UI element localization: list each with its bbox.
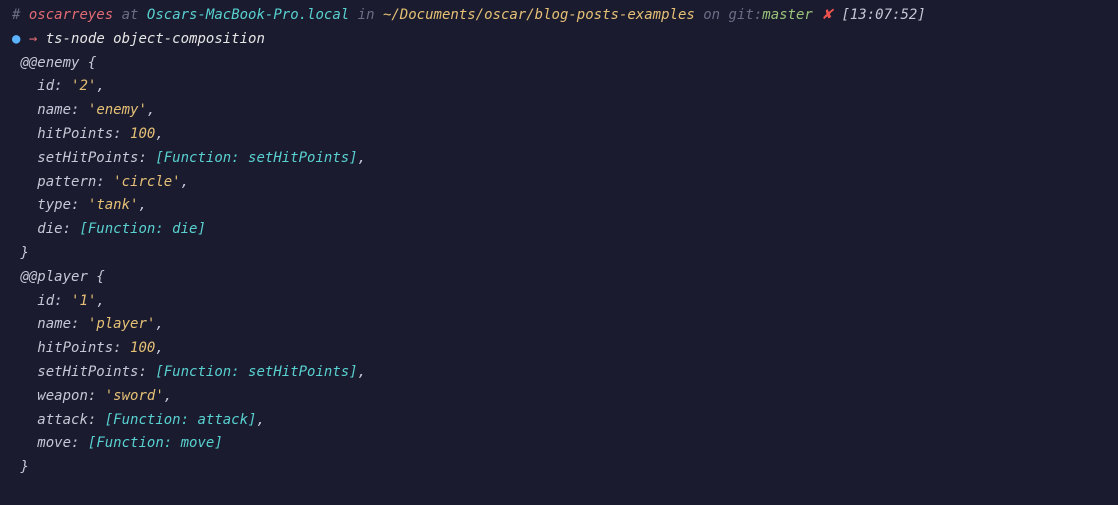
player-name: name: 'player',	[12, 313, 1106, 337]
git-dirty-icon: ✘	[821, 7, 833, 23]
player-sethitpoints: setHitPoints: [Function: setHitPoints],	[12, 361, 1106, 385]
enemy-name: name: 'enemy',	[12, 99, 1106, 123]
prompt-at: at	[122, 7, 139, 23]
player-move: move: [Function: move]	[12, 432, 1106, 456]
enemy-close: }	[12, 242, 1106, 266]
command-line[interactable]: ● → ts-node object-composition	[12, 28, 1106, 52]
enemy-die: die: [Function: die]	[12, 218, 1106, 242]
enemy-pattern: pattern: 'circle',	[12, 171, 1106, 195]
prompt-on: on	[703, 7, 720, 23]
prompt-host: Oscars-MacBook-Pro.local	[147, 7, 349, 23]
prompt-git-label: git:	[729, 7, 763, 23]
prompt-line: # oscarreyes at Oscars-MacBook-Pro.local…	[12, 4, 1106, 28]
prompt-user: oscarreyes	[29, 7, 113, 23]
prompt-in: in	[358, 7, 375, 23]
player-attack: attack: [Function: attack],	[12, 409, 1106, 433]
player-weapon: weapon: 'sword',	[12, 385, 1106, 409]
enemy-hitpoints: hitPoints: 100,	[12, 123, 1106, 147]
player-header: @@player {	[12, 266, 1106, 290]
enemy-header: @@enemy {	[12, 52, 1106, 76]
terminal-output: # oscarreyes at Oscars-MacBook-Pro.local…	[12, 4, 1106, 480]
enemy-id: id: '2',	[12, 75, 1106, 99]
command-text: ts-node object-composition	[46, 31, 265, 47]
player-close: }	[12, 456, 1106, 480]
player-id: id: '1',	[12, 290, 1106, 314]
enemy-sethitpoints: setHitPoints: [Function: setHitPoints],	[12, 147, 1106, 171]
player-hitpoints: hitPoints: 100,	[12, 337, 1106, 361]
prompt-path: ~/Documents/oscar/blog-posts-examples	[383, 7, 695, 23]
enemy-type: type: 'tank',	[12, 194, 1106, 218]
prompt-branch: master	[762, 7, 813, 23]
prompt-time: [13:07:52]	[841, 7, 925, 23]
